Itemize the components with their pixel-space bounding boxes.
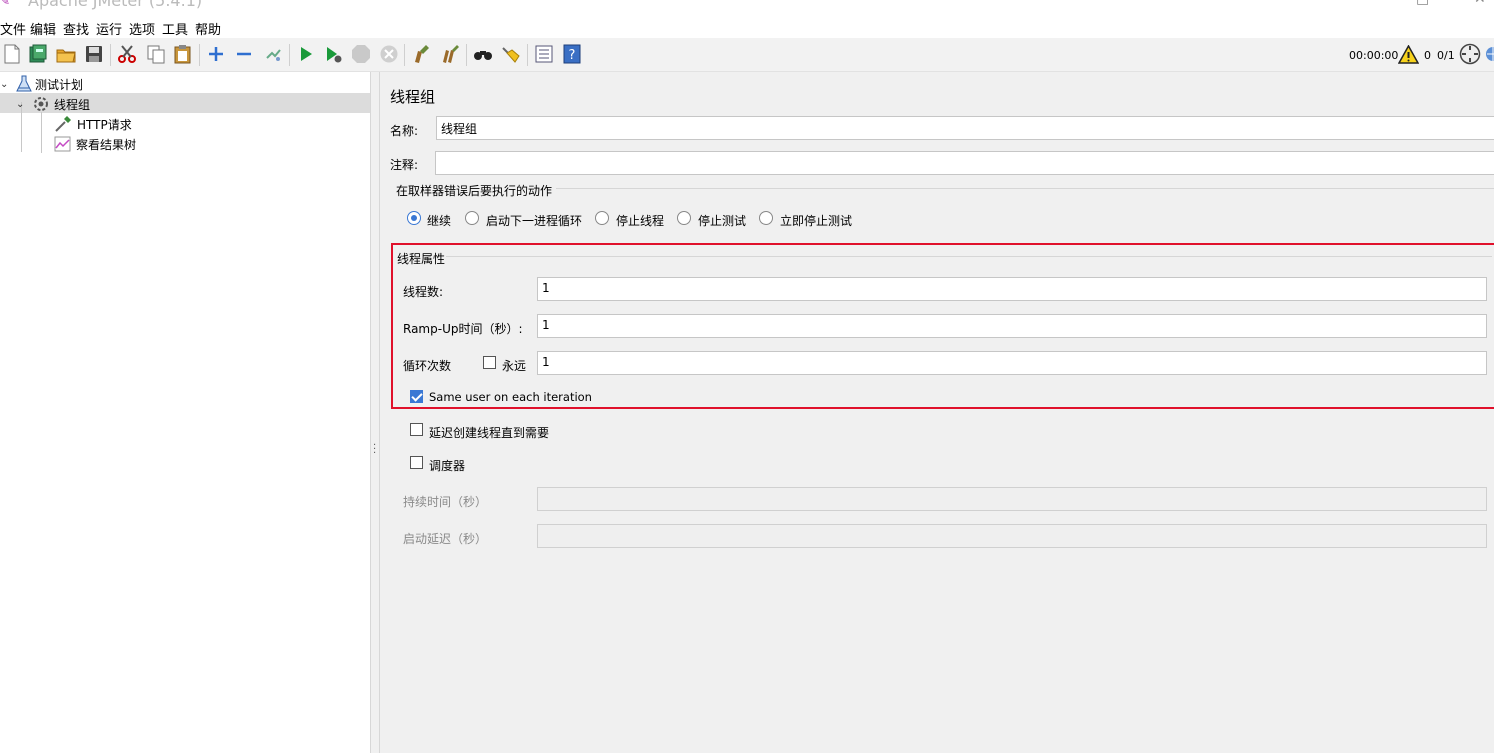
toggle-icon[interactable] [262, 43, 284, 65]
page-title: 线程组 [390, 88, 436, 106]
thread-group-icon [34, 97, 48, 111]
open-icon[interactable] [55, 43, 77, 65]
function-helper-icon[interactable] [533, 43, 555, 65]
remote-status-icon[interactable] [1459, 43, 1481, 65]
delay-create-label: 延迟创建线程直到需要 [429, 426, 550, 440]
startup-delay-input[interactable] [537, 524, 1487, 548]
radio-continue[interactable] [407, 211, 421, 225]
thread-properties-title: 线程属性 [397, 252, 446, 266]
panel-splitter[interactable]: · · · [370, 72, 380, 753]
startup-delay-label: 启动延迟（秒） [403, 532, 488, 546]
title-bar: ✎ Apache JMeter (5.4.1) □ ✕ [0, 0, 1494, 16]
thread-group-editor: 线程组 名称: 线程组 注释: 在取样器错误后要执行的动作 继续 启动下一进程循… [380, 72, 1494, 753]
menu-help[interactable]: 帮助 [195, 19, 221, 38]
rampup-label: Ramp-Up时间（秒）: [403, 322, 523, 336]
delay-create-checkbox[interactable] [410, 423, 423, 436]
tree-node-test-plan[interactable]: ⌄ 测试计划 [0, 74, 83, 94]
tree-label-http-request: HTTP请求 [77, 117, 132, 132]
warning-icon[interactable] [1398, 45, 1419, 64]
radio-continue-label: 继续 [427, 214, 452, 228]
close-icon[interactable]: ✕ [1474, 0, 1486, 7]
menu-search[interactable]: 查找 [63, 19, 89, 38]
scheduler-checkbox[interactable] [410, 456, 423, 469]
jmeter-window: ✎ Apache JMeter (5.4.1) □ ✕ 文件 编辑 查找 运行 … [0, 0, 1494, 753]
error-count: 0 [1424, 49, 1431, 62]
listener-chart-icon [54, 136, 71, 152]
radio-stop-test-now-label: 立即停止测试 [780, 214, 853, 228]
shutdown-icon[interactable] [378, 43, 400, 65]
tree-node-http-request[interactable]: HTTP请求 [54, 114, 132, 134]
test-plan-tree: ⌄ 测试计划 ⌄ 线程组 HTTP请求 察看结果树 [0, 72, 370, 753]
tree-label-thread-group: 线程组 [54, 97, 91, 112]
cut-icon[interactable] [116, 43, 138, 65]
save-icon[interactable] [83, 43, 105, 65]
start-no-pause-icon[interactable] [322, 43, 344, 65]
log-viewer-icon[interactable] [1484, 45, 1494, 63]
radio-stop-thread-label: 停止线程 [616, 214, 665, 228]
error-action-group-title: 在取样器错误后要执行的动作 [396, 184, 553, 198]
reset-search-icon[interactable] [500, 43, 522, 65]
forever-checkbox[interactable] [483, 356, 496, 369]
start-icon[interactable] [295, 43, 317, 65]
drag-handle-icon[interactable]: · · · [373, 441, 377, 459]
app-icon: ✎ [0, 0, 11, 8]
clear-all-icon[interactable] [439, 43, 461, 65]
forever-label: 永远 [502, 359, 527, 373]
comment-input[interactable] [435, 151, 1494, 175]
duration-input[interactable] [537, 487, 1487, 511]
collapse-icon[interactable] [233, 43, 255, 65]
menu-file[interactable]: 文件 [0, 19, 26, 38]
name-label: 名称: [390, 124, 419, 138]
clear-icon[interactable] [410, 43, 432, 65]
elapsed-timer: 00:00:00 [1349, 49, 1399, 62]
duration-label: 持续时间（秒） [403, 495, 488, 509]
expand-icon[interactable] [205, 43, 227, 65]
new-icon[interactable] [1, 43, 23, 65]
window-title: Apache JMeter (5.4.1) [28, 0, 203, 10]
scheduler-label: 调度器 [429, 459, 466, 473]
same-user-checkbox[interactable] [410, 390, 423, 403]
radio-stop-test[interactable] [677, 211, 691, 225]
copy-icon[interactable] [145, 43, 167, 65]
loop-count-label: 循环次数 [403, 359, 452, 373]
radio-stop-test-now[interactable] [759, 211, 773, 225]
minimize-icon[interactable]: □ [1416, 0, 1429, 7]
paste-icon[interactable] [172, 43, 194, 65]
chevron-down-icon[interactable]: ⌄ [0, 79, 14, 90]
tree-node-view-results-tree[interactable]: 察看结果树 [54, 134, 136, 154]
menu-edit[interactable]: 编辑 [30, 19, 56, 38]
rampup-input[interactable]: 1 [537, 314, 1487, 338]
menu-tools[interactable]: 工具 [162, 19, 188, 38]
thread-count-label: 线程数: [403, 285, 444, 299]
chevron-down-icon[interactable]: ⌄ [16, 99, 32, 110]
toolbar: ? 00:00:00 0 0/1 [0, 38, 1494, 72]
comment-label: 注释: [390, 158, 419, 172]
thread-count-input[interactable]: 1 [537, 277, 1487, 301]
search-icon[interactable] [472, 43, 494, 65]
radio-stop-test-label: 停止测试 [698, 214, 747, 228]
tree-node-thread-group[interactable]: ⌄ 线程组 [16, 94, 90, 114]
stop-icon[interactable] [350, 43, 372, 65]
name-input[interactable]: 线程组 [436, 116, 1494, 140]
radio-start-next-loop[interactable] [465, 211, 479, 225]
active-threads-count: 0/1 [1437, 49, 1455, 62]
menu-bar: 文件 编辑 查找 运行 选项 工具 帮助 [0, 16, 1494, 38]
svg-text:?: ? [569, 48, 576, 63]
radio-stop-thread[interactable] [595, 211, 609, 225]
same-user-label: Same user on each iteration [429, 390, 592, 404]
loop-count-input[interactable]: 1 [537, 351, 1487, 375]
tree-label-view-results-tree: 察看结果树 [76, 137, 137, 152]
menu-run[interactable]: 运行 [96, 19, 122, 38]
test-plan-icon [16, 75, 32, 92]
tree-label-test-plan: 测试计划 [35, 77, 84, 92]
templates-icon[interactable] [27, 43, 49, 65]
menu-options[interactable]: 选项 [129, 19, 155, 38]
radio-start-next-loop-label: 启动下一进程循环 [486, 214, 583, 228]
sampler-pipette-icon [55, 116, 71, 132]
help-icon[interactable]: ? [561, 43, 583, 65]
